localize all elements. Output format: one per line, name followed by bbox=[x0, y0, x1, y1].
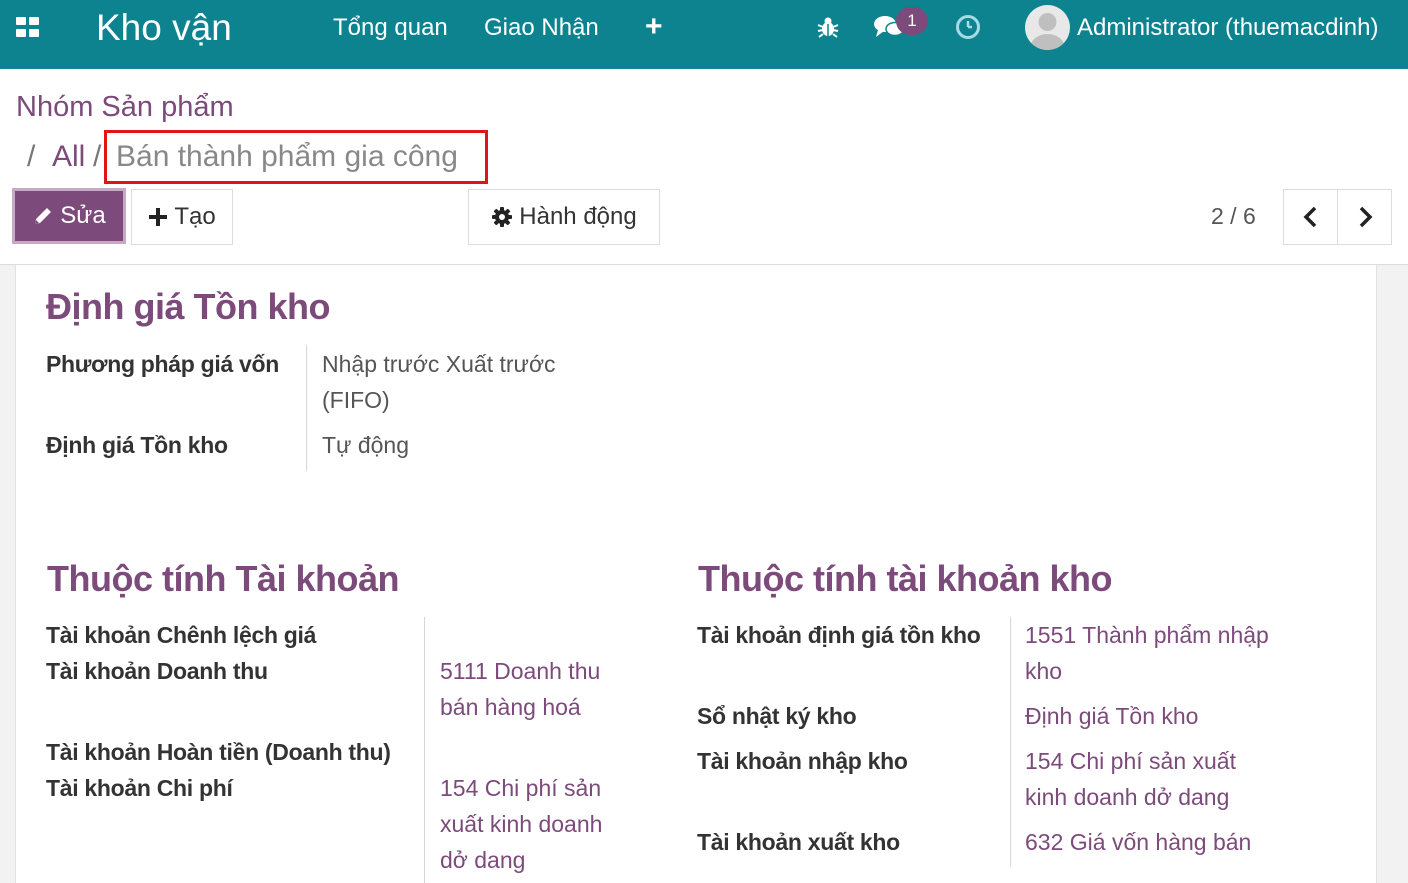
breadcrumb-root[interactable]: Nhóm Sản phẩm bbox=[16, 91, 234, 124]
costing-method-label: Phương pháp giá vốn bbox=[46, 351, 280, 377]
stock-input-account-label: Tài khoản nhập kho bbox=[697, 748, 908, 774]
top-navbar: Kho vận Tổng quan Giao Nhận + 1 Administ… bbox=[0, 0, 1408, 69]
clock-icon[interactable] bbox=[955, 14, 981, 40]
breadcrumb-separator: / bbox=[27, 140, 36, 173]
field-divider bbox=[306, 345, 307, 471]
income-account-value[interactable]: 5111 Doanh thu bán hàng hoá bbox=[440, 653, 600, 725]
expense-account-value-line[interactable]: xuất kinh doanh bbox=[440, 806, 602, 842]
chevron-right-icon bbox=[1359, 206, 1372, 228]
highlight-annotation bbox=[104, 130, 488, 184]
expense-account-value-line[interactable]: 154 Chi phí sản bbox=[440, 770, 602, 806]
apps-icon[interactable] bbox=[16, 17, 40, 37]
menu-delivery[interactable]: Giao Nhận bbox=[484, 14, 599, 42]
stock-valuation-account-value-line[interactable]: kho bbox=[1025, 653, 1269, 689]
action-button[interactable]: Hành động bbox=[468, 189, 660, 245]
section-title-stock-account-properties: Thuộc tính tài khoản kho bbox=[698, 558, 1113, 599]
app-title[interactable]: Kho vận bbox=[96, 7, 232, 49]
create-button[interactable]: Tạo bbox=[131, 189, 233, 245]
breadcrumb-separator: / bbox=[93, 140, 102, 173]
plus-icon[interactable]: + bbox=[645, 10, 663, 44]
menu-overview[interactable]: Tổng quan bbox=[333, 14, 448, 42]
bug-icon[interactable] bbox=[816, 15, 840, 39]
inventory-valuation-label: Định giá Tồn kho bbox=[46, 432, 228, 458]
expense-account-value-line[interactable]: dở dang bbox=[440, 842, 602, 878]
chat-badge: 1 bbox=[896, 7, 928, 35]
income-account-value-line[interactable]: 5111 Doanh thu bbox=[440, 653, 600, 689]
stock-input-account-value-line[interactable]: kinh doanh dở dang bbox=[1025, 779, 1236, 815]
stock-journal-label: Sổ nhật ký kho bbox=[697, 703, 857, 729]
inventory-valuation-value: Tự động bbox=[322, 432, 410, 458]
price-difference-account-label: Tài khoản Chênh lệch giá bbox=[46, 622, 317, 648]
gear-icon bbox=[492, 207, 513, 227]
stock-output-account-value[interactable]: 632 Giá vốn hàng bán bbox=[1025, 824, 1251, 860]
section-title-account-properties: Thuộc tính Tài khoản bbox=[47, 558, 400, 599]
income-account-label: Tài khoản Doanh thu bbox=[46, 658, 268, 684]
plus-icon bbox=[149, 208, 168, 226]
stock-output-account-label: Tài khoản xuất kho bbox=[697, 829, 900, 855]
stock-valuation-account-value[interactable]: 1551 Thành phẩm nhập kho bbox=[1025, 617, 1269, 689]
user-menu[interactable]: Administrator (thuemacdinh) bbox=[1077, 14, 1378, 42]
stock-valuation-account-label: Tài khoản định giá tồn kho bbox=[697, 622, 981, 648]
costing-method-value-line: (FIFO) bbox=[322, 387, 390, 413]
stock-valuation-account-value-line[interactable]: 1551 Thành phẩm nhập bbox=[1025, 617, 1269, 653]
costing-method-value-line: Nhập trước Xuất trước bbox=[322, 351, 556, 377]
expense-account-label: Tài khoản Chi phí bbox=[46, 775, 233, 801]
edit-label: Sửa bbox=[60, 202, 106, 229]
create-label: Tạo bbox=[174, 203, 216, 230]
income-account-value-line[interactable]: bán hàng hoá bbox=[440, 689, 600, 725]
refund-account-label: Tài khoản Hoàn tiền (Doanh thu) bbox=[46, 739, 391, 765]
edit-button[interactable]: Sửa bbox=[12, 188, 126, 244]
pager-next-button[interactable] bbox=[1337, 189, 1392, 245]
avatar[interactable] bbox=[1025, 5, 1070, 50]
chevron-left-icon bbox=[1303, 206, 1316, 228]
pager-value[interactable]: 2 / 6 bbox=[1211, 203, 1256, 230]
section-title-inventory-valuation: Định giá Tồn kho bbox=[46, 286, 330, 327]
costing-method-value: Nhập trước Xuất trước (FIFO) bbox=[322, 346, 556, 418]
stock-journal-value[interactable]: Định giá Tồn kho bbox=[1025, 698, 1198, 734]
field-divider bbox=[1010, 617, 1011, 867]
stock-input-account-value[interactable]: 154 Chi phí sản xuất kinh doanh dở dang bbox=[1025, 743, 1236, 815]
stock-input-account-value-line[interactable]: 154 Chi phí sản xuất bbox=[1025, 743, 1236, 779]
action-label: Hành động bbox=[519, 203, 637, 230]
pencil-icon bbox=[35, 208, 52, 224]
expense-account-value[interactable]: 154 Chi phí sản xuất kinh doanh dở dang bbox=[440, 770, 602, 878]
field-divider bbox=[424, 617, 425, 883]
breadcrumb-all[interactable]: All bbox=[52, 140, 85, 174]
pager-previous-button[interactable] bbox=[1283, 189, 1338, 245]
